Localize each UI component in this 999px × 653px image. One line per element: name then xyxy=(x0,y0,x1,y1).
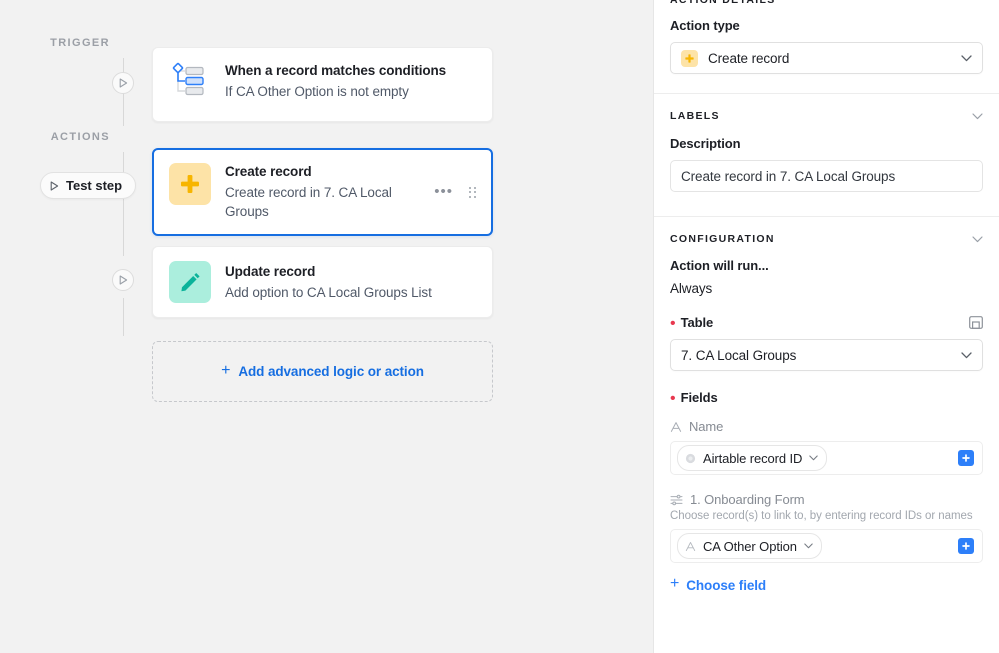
card-subtitle: Create record in 7. CA Local Groups xyxy=(225,185,392,219)
test-step-label: Test step xyxy=(66,178,123,193)
run-trigger-button[interactable] xyxy=(112,72,134,94)
field-name-text: 1. Onboarding Form xyxy=(690,492,805,507)
chevron-down-icon xyxy=(804,543,813,549)
flowchart-branch-icon xyxy=(172,62,204,96)
play-icon xyxy=(50,180,59,191)
flow-connector-line xyxy=(123,198,124,256)
trigger-section-label: TRIGGER xyxy=(50,37,110,49)
labels-section: LABELS Description Create record in 7. C… xyxy=(654,93,999,216)
chevron-down-icon xyxy=(809,455,819,461)
choose-field-label: Choose field xyxy=(686,577,767,593)
choose-field-button[interactable]: + Choose field xyxy=(670,575,983,593)
fields-label-text: Fields xyxy=(680,390,718,405)
card-subtitle: If CA Other Option is not empty xyxy=(225,84,409,99)
add-field-value-button[interactable] xyxy=(958,450,974,466)
configuration-header-text: CONFIGURATION xyxy=(670,233,775,245)
card-drag-handle[interactable] xyxy=(469,186,476,198)
field-group: Name Airtable record ID xyxy=(670,419,983,475)
chevron-down-icon[interactable] xyxy=(972,112,983,120)
flow-connector-line xyxy=(123,106,124,126)
update-record-card[interactable]: Update record Add option to CA Local Gro… xyxy=(152,246,493,318)
field-token-label: Airtable record ID xyxy=(703,450,803,466)
flow-canvas: TRIGGER ACTIONS Test step When a record … xyxy=(0,0,653,653)
card-tools: ••• xyxy=(428,184,476,199)
card-icon-wrapper xyxy=(169,62,211,107)
field-token[interactable]: Airtable record ID xyxy=(677,445,828,471)
chevron-down-icon[interactable] xyxy=(972,235,983,243)
automation-editor: TRIGGER ACTIONS Test step When a record … xyxy=(0,0,999,653)
field-name-row: Name xyxy=(670,419,983,434)
record-id-icon xyxy=(685,453,696,463)
action-type-label: Action type xyxy=(670,18,740,33)
add-advanced-label: Add advanced logic or action xyxy=(238,364,424,379)
field-token[interactable]: CA Other Option xyxy=(677,533,822,559)
configuration-section: CONFIGURATION Action will run... Always … xyxy=(654,216,999,609)
card-text: Create record Create record in 7. CA Loc… xyxy=(225,163,414,221)
card-title: Create record xyxy=(225,164,312,179)
plus-icon xyxy=(681,49,698,67)
description-label: Description xyxy=(670,136,741,151)
fields-label: • Fields xyxy=(670,389,718,407)
field-value-row[interactable]: CA Other Option xyxy=(670,529,983,563)
action-type-value: Create record xyxy=(708,50,790,66)
test-step-button[interactable]: Test step xyxy=(40,172,137,199)
labels-section-header[interactable]: LABELS xyxy=(670,110,983,122)
actions-section-label: ACTIONS xyxy=(50,131,110,143)
text-field-icon xyxy=(670,421,682,432)
create-record-icon-tile xyxy=(169,163,211,205)
card-icon-wrapper xyxy=(169,261,211,303)
add-advanced-logic-button[interactable]: + Add advanced logic or action xyxy=(152,341,493,402)
field-name-text: Name xyxy=(689,419,724,434)
table-value: 7. CA Local Groups xyxy=(681,347,797,363)
labels-header-text: LABELS xyxy=(670,110,720,122)
plus-glyph xyxy=(685,53,694,63)
description-value: Create record in 7. CA Local Groups xyxy=(681,168,896,184)
table-label-row: • Table xyxy=(670,314,983,332)
card-title: Update record xyxy=(225,263,316,279)
chevron-down-icon xyxy=(961,54,972,61)
field-name-row: 1. Onboarding Form xyxy=(670,492,983,507)
description-input[interactable]: Create record in 7. CA Local Groups xyxy=(670,160,983,192)
run-update-step-button[interactable] xyxy=(112,269,134,291)
action-details-panel: ACTION DETAILS Action type Create record xyxy=(653,0,999,653)
play-icon xyxy=(119,78,127,88)
field-value-row[interactable]: Airtable record ID xyxy=(670,441,983,475)
card-more-options-button[interactable]: ••• xyxy=(434,184,453,199)
plus-icon: + xyxy=(670,575,680,592)
configuration-section-header[interactable]: CONFIGURATION xyxy=(670,233,983,245)
action-will-run-label: Action will run... xyxy=(670,258,769,273)
play-icon xyxy=(119,275,127,285)
card-title: When a record matches conditions xyxy=(225,63,447,78)
table-select[interactable]: 7. CA Local Groups xyxy=(670,339,983,371)
card-icon-wrapper xyxy=(169,163,211,205)
table-label: • Table xyxy=(670,314,714,332)
action-type-section: Action type Create record xyxy=(654,0,999,93)
linked-record-icon xyxy=(670,494,683,505)
pencil-icon xyxy=(181,273,200,292)
table-label-text: Table xyxy=(680,315,714,330)
field-group: 1. Onboarding Form Choose record(s) to l… xyxy=(670,492,983,563)
plus-icon xyxy=(962,542,970,550)
add-field-value-button[interactable] xyxy=(958,538,974,554)
trigger-card[interactable]: When a record matches conditions If CA O… xyxy=(152,47,493,122)
card-subtitle: Add option to CA Local Groups List xyxy=(225,284,432,300)
update-record-icon-tile xyxy=(169,261,211,303)
flow-connector-line xyxy=(123,298,124,336)
card-text: When a record matches conditions If CA O… xyxy=(225,62,476,101)
expand-panel-icon[interactable] xyxy=(969,316,983,329)
field-token-label: CA Other Option xyxy=(703,538,797,554)
create-record-card[interactable]: Create record Create record in 7. CA Loc… xyxy=(152,148,493,236)
action-type-select[interactable]: Create record xyxy=(670,42,983,74)
text-field-icon xyxy=(685,541,696,551)
plus-icon xyxy=(181,175,199,193)
field-hint: Choose record(s) to link to, by entering… xyxy=(670,510,973,522)
action-details-header: ACTION DETAILS xyxy=(670,0,776,6)
plus-icon xyxy=(962,454,970,462)
plus-icon: + xyxy=(221,361,231,379)
action-will-run-value: Always xyxy=(670,281,713,296)
chevron-down-icon xyxy=(961,351,972,358)
card-text: Update record Add option to CA Local Gro… xyxy=(225,263,476,302)
